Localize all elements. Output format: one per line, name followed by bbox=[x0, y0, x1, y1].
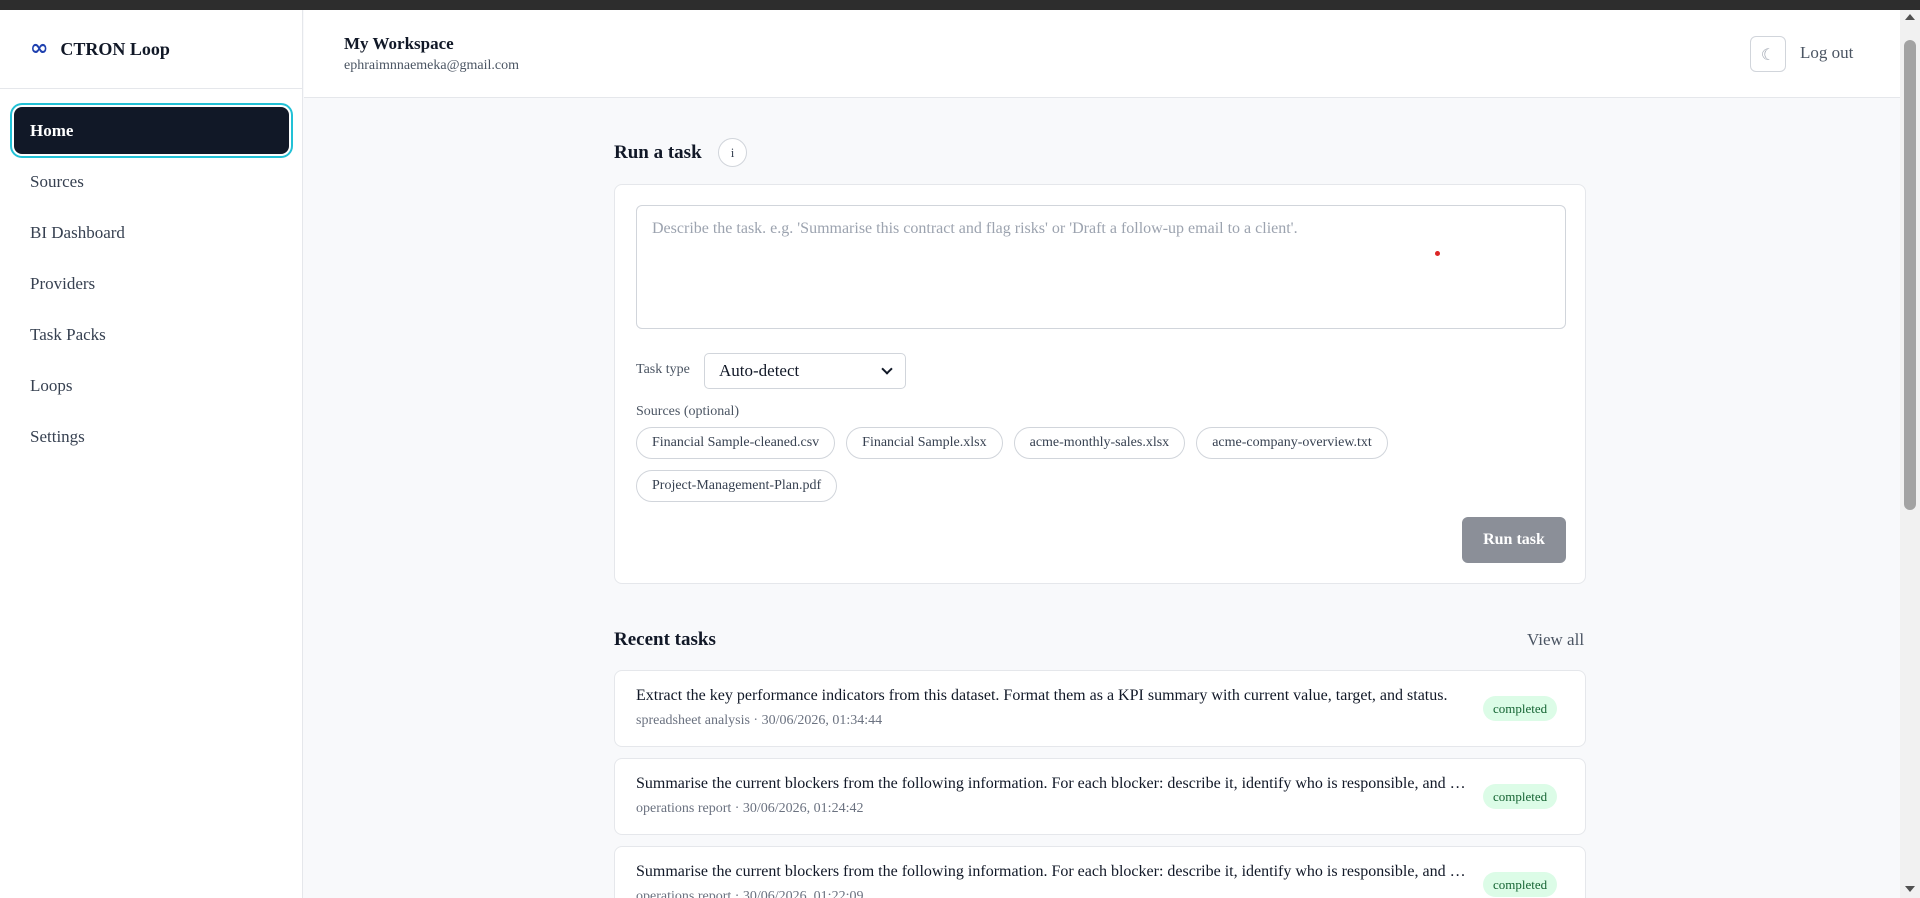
sidebar-item-providers[interactable]: Providers bbox=[14, 260, 289, 307]
scroll-down-arrow-icon[interactable] bbox=[1905, 886, 1915, 892]
user-email: ephraimnnaemeka@gmail.com bbox=[344, 58, 519, 73]
source-chip[interactable]: Project-Management-Plan.pdf bbox=[636, 470, 838, 502]
view-all-link[interactable]: View all bbox=[1527, 630, 1584, 650]
moon-icon: ☾ bbox=[1760, 44, 1776, 64]
task-type-select[interactable]: Auto-detect bbox=[704, 353, 906, 389]
status-badge: completed bbox=[1483, 696, 1558, 721]
brand[interactable]: ∞ CTRON Loop bbox=[0, 10, 302, 89]
run-task-card: Task type Auto-detect Sources (optional)… bbox=[614, 184, 1586, 584]
app-name: CTRON Loop bbox=[60, 38, 170, 59]
page-scrollbar[interactable] bbox=[1900, 10, 1920, 898]
recent-task-item[interactable]: Extract the key performance indicators f… bbox=[614, 670, 1586, 747]
chevron-down-icon bbox=[881, 363, 893, 375]
task-meta: spreadsheet analysis · 30/06/2026, 01:34… bbox=[636, 713, 883, 728]
workspace-title: My Workspace bbox=[344, 34, 454, 53]
theme-toggle-button[interactable]: ☾ bbox=[1750, 36, 1786, 72]
browser-top-strip bbox=[0, 0, 1920, 10]
task-text: Summarise the current blockers from the … bbox=[636, 775, 1466, 792]
task-type-value: Auto-detect bbox=[719, 361, 800, 380]
run-task-title: Run a task bbox=[614, 142, 702, 163]
cursor-indicator bbox=[1435, 251, 1440, 256]
task-text: Extract the key performance indicators f… bbox=[636, 687, 1448, 704]
source-chip[interactable]: Financial Sample.xlsx bbox=[846, 427, 1003, 459]
source-chip[interactable]: acme-monthly-sales.xlsx bbox=[1013, 427, 1186, 459]
recent-task-item[interactable]: Summarise the current blockers from the … bbox=[614, 758, 1586, 835]
task-meta: operations report · 30/06/2026, 01:24:42 bbox=[636, 801, 864, 816]
recent-tasks-title: Recent tasks bbox=[614, 629, 716, 650]
sidebar-item-home[interactable]: Home bbox=[14, 107, 289, 154]
task-meta: operations report · 30/06/2026, 01:22:09 bbox=[636, 889, 864, 898]
scrollbar-thumb[interactable] bbox=[1904, 40, 1916, 510]
sidebar-nav: Home Sources BI Dashboard Providers Task… bbox=[0, 89, 302, 460]
logout-button[interactable]: Log out bbox=[1800, 43, 1853, 63]
recent-task-item[interactable]: Summarise the current blockers from the … bbox=[614, 846, 1586, 898]
scroll-up-arrow-icon[interactable] bbox=[1905, 14, 1915, 20]
task-type-label: Task type bbox=[636, 362, 690, 377]
sidebar-item-sources[interactable]: Sources bbox=[14, 158, 289, 205]
run-task-button[interactable]: Run task bbox=[1462, 517, 1566, 563]
sources-label: Sources (optional) bbox=[636, 404, 740, 419]
source-chips: Financial Sample-cleaned.csv Financial S… bbox=[636, 427, 1566, 502]
task-text: Summarise the current blockers from the … bbox=[636, 863, 1466, 880]
infinity-logo-icon: ∞ bbox=[30, 36, 49, 61]
source-chip[interactable]: acme-company-overview.txt bbox=[1196, 427, 1388, 459]
header: My Workspace ephraimnnaemeka@gmail.com ☾… bbox=[304, 10, 1900, 98]
sidebar-item-settings[interactable]: Settings bbox=[14, 413, 289, 460]
source-chip[interactable]: Financial Sample-cleaned.csv bbox=[636, 427, 836, 459]
status-badge: completed bbox=[1483, 872, 1558, 897]
status-badge: completed bbox=[1483, 784, 1558, 809]
sidebar: ∞ CTRON Loop Home Sources BI Dashboard P… bbox=[0, 10, 303, 898]
sidebar-item-task-packs[interactable]: Task Packs bbox=[14, 311, 289, 358]
sidebar-item-bi-dashboard[interactable]: BI Dashboard bbox=[14, 209, 289, 256]
task-description-input[interactable] bbox=[636, 205, 1566, 329]
info-icon[interactable]: i bbox=[718, 138, 747, 167]
sidebar-item-loops[interactable]: Loops bbox=[14, 362, 289, 409]
